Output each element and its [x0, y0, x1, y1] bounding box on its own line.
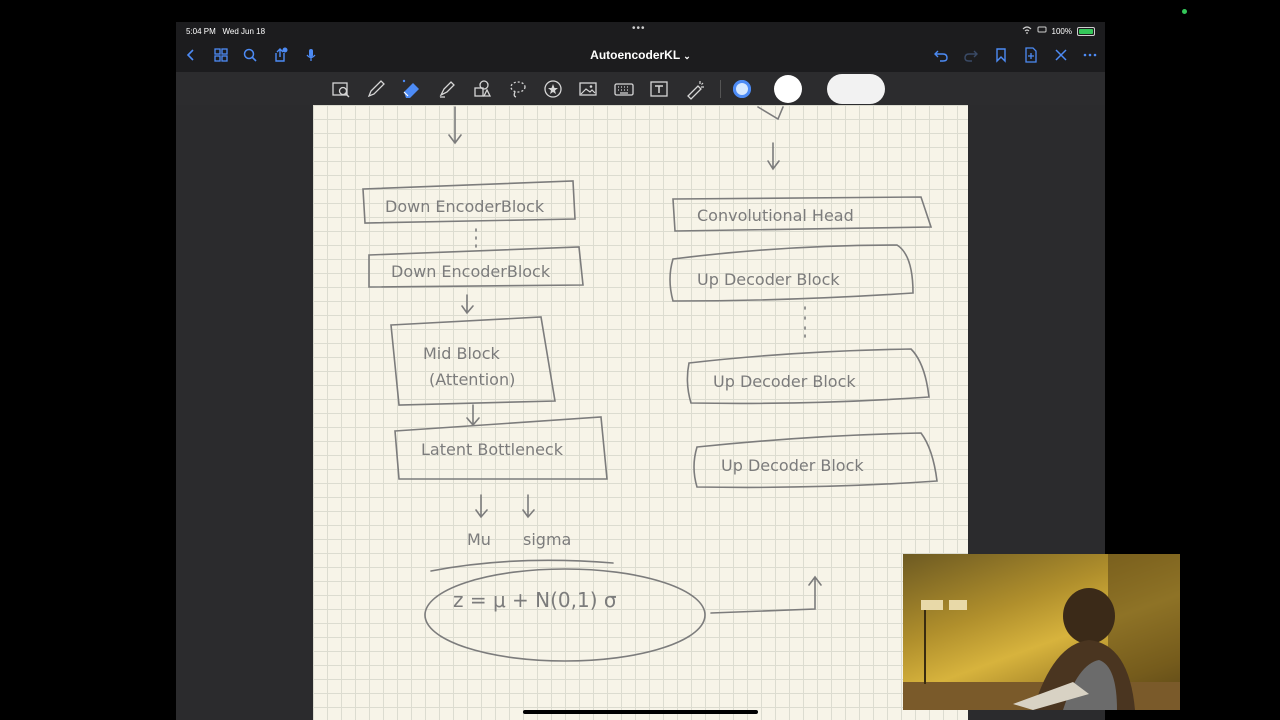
encoder-block-2-label: Down EncoderBlock [391, 262, 551, 281]
latent-bottleneck-label: Latent Bottleneck [421, 440, 564, 459]
reparameterization-label: z = μ + N(0,1) σ [453, 588, 617, 612]
drawing-toolbar [176, 72, 1105, 105]
multitask-dots[interactable]: ••• [632, 23, 646, 34]
color-swatch-blue-selected[interactable] [733, 80, 751, 98]
toolbar-divider [720, 80, 721, 98]
lasso-icon[interactable] [507, 78, 529, 100]
screen-mirror-icon [1037, 26, 1047, 36]
sticker-icon[interactable] [542, 78, 564, 100]
battery-percent: 100% [1051, 26, 1072, 36]
battery-icon [1077, 26, 1095, 36]
color-swatch-white-wide[interactable] [827, 74, 885, 104]
home-indicator[interactable] [523, 710, 758, 714]
eraser-icon[interactable] [400, 78, 422, 100]
redo-icon[interactable] [962, 47, 980, 65]
pen-icon[interactable] [365, 78, 387, 100]
zoom-window-icon[interactable] [330, 78, 352, 100]
shapes-icon[interactable] [471, 78, 493, 100]
mid-block-label: Mid Block [423, 344, 501, 363]
title-chevron-down-icon: ⌄ [683, 51, 691, 61]
bookmark-icon[interactable] [992, 47, 1010, 65]
status-time: 5:04 PM Wed Jun 18 [186, 27, 266, 36]
laser-pointer-icon[interactable] [684, 78, 706, 100]
close-icon[interactable] [1052, 47, 1070, 65]
encoder-block-1-label: Down EncoderBlock [385, 197, 545, 216]
highlighter-icon[interactable] [436, 78, 458, 100]
up-decoder-block-3-label: Up Decoder Block [721, 456, 864, 475]
undo-icon[interactable] [932, 47, 950, 65]
conv-head-label: Convolutional Head [697, 206, 854, 225]
wifi-icon [1022, 26, 1032, 36]
up-decoder-block-1-label: Up Decoder Block [697, 270, 840, 289]
nav-bar: AutoencoderKL ⌄ [176, 40, 1105, 72]
keyboard-icon[interactable] [613, 78, 635, 100]
attention-label: (Attention) [429, 370, 515, 389]
more-options-icon[interactable] [1081, 47, 1099, 65]
add-page-icon[interactable] [1022, 47, 1040, 65]
color-swatch-white[interactable] [774, 75, 802, 103]
camera-indicator-dot [1182, 9, 1187, 14]
text-icon[interactable] [648, 78, 670, 100]
status-right: 100% [1022, 26, 1095, 36]
up-decoder-block-2-label: Up Decoder Block [713, 372, 856, 391]
notebook-page[interactable]: Down EncoderBlock Down EncoderBlock Mid … [313, 105, 968, 720]
webcam-overlay [903, 554, 1180, 710]
handwritten-diagram: Down EncoderBlock Down EncoderBlock Mid … [362, 106, 938, 662]
mu-label: Mu [467, 530, 491, 549]
sigma-label: sigma [523, 530, 571, 549]
status-bar: 5:04 PM Wed Jun 18 ••• 100% [176, 22, 1105, 40]
image-icon[interactable] [577, 78, 599, 100]
